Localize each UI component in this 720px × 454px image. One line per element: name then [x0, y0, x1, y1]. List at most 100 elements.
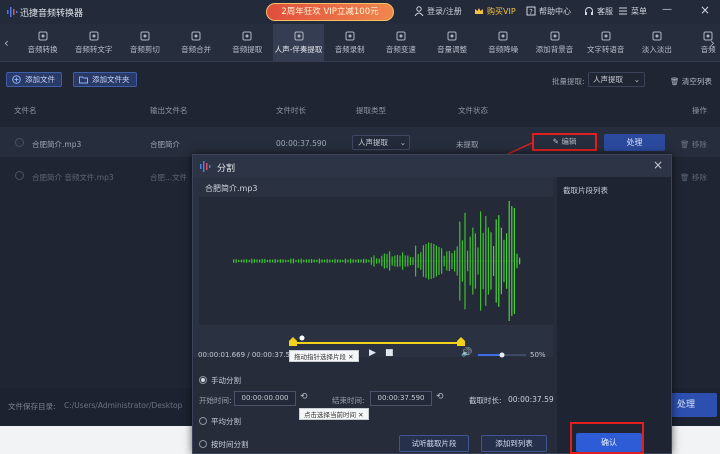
tool-extract[interactable]: 音频提取	[222, 24, 273, 62]
folder-icon	[79, 76, 88, 84]
wave-bar	[240, 259, 242, 263]
close-window-button[interactable]: ×	[700, 3, 710, 17]
reset-start-icon[interactable]: ⟲	[300, 392, 308, 402]
save-dir-path[interactable]: C:/Users/Administrator/Desktop	[64, 401, 182, 410]
tools-left-arrow[interactable]: ‹	[4, 36, 14, 50]
edit-button[interactable]: ✎ 编辑	[532, 133, 597, 151]
row-select-radio[interactable]	[15, 138, 24, 147]
stop-icon[interactable]: ■	[385, 348, 394, 358]
wave-bar	[415, 245, 417, 277]
menu-button[interactable]: 菜单	[618, 6, 647, 17]
wave-bar	[365, 259, 367, 263]
tool-speed[interactable]: 音频变速	[375, 24, 426, 62]
end-time-field[interactable]: 00:00:37.590	[370, 391, 432, 406]
tool-mic[interactable]: 音频录制	[324, 24, 375, 62]
manual-split-radio[interactable]	[199, 376, 207, 384]
extract-icon	[242, 31, 252, 41]
wave-bar	[389, 251, 391, 271]
row-type-value: 人声提取	[358, 138, 388, 147]
remove-button[interactable]: 🗑 移除	[680, 172, 707, 183]
volume-icon[interactable]: 🔊	[461, 348, 472, 358]
add-to-list-button[interactable]: 添加到列表	[481, 435, 547, 452]
dialog-file-name: 合肥简介.mp3	[205, 184, 258, 193]
minimize-button[interactable]: —	[662, 4, 672, 15]
buy-vip-label: 购买VIP	[487, 7, 516, 16]
wave-bar	[313, 259, 315, 263]
wave-bar	[472, 227, 474, 295]
volume-slider[interactable]	[476, 351, 528, 359]
time-split-radio[interactable]	[199, 440, 207, 448]
row-duration: 00:00:37.590	[276, 139, 327, 148]
add-folder-button[interactable]: 添加文件夹	[73, 72, 137, 87]
promo-banner[interactable]: 2周年狂欢 VIP立减100元	[266, 3, 394, 21]
wave-bar	[253, 259, 255, 263]
wave-bar	[454, 250, 456, 272]
tool-convert[interactable]: 音频转换	[17, 24, 68, 62]
tip-close-icon[interactable]: ✕	[358, 411, 363, 419]
row-output[interactable]: 合肥简介	[150, 139, 180, 150]
wave-bar	[287, 259, 289, 263]
row-output[interactable]: 合肥...文件	[150, 172, 187, 183]
close-icon[interactable]: ×	[653, 158, 663, 172]
tool-volume[interactable]: 音量调整	[427, 24, 478, 62]
remove-button[interactable]: 🗑 移除	[680, 139, 707, 150]
wave-bar	[274, 258, 276, 264]
remove-label: 移除	[691, 140, 707, 149]
process-button[interactable]: 处理	[604, 134, 665, 151]
tool-merge[interactable]: 音频合并	[171, 24, 222, 62]
wave-bar	[251, 258, 253, 264]
wave-bar	[459, 221, 461, 301]
service-label: 客服	[597, 7, 613, 16]
start-time-label: 开始时间:	[199, 396, 232, 405]
help-center-link[interactable]: ? 帮助中心	[526, 6, 571, 17]
waveform-area[interactable]	[199, 197, 553, 325]
header-actions: 操作	[692, 106, 707, 115]
wave-bar	[441, 248, 443, 274]
wave-bar	[480, 211, 482, 311]
tool-fade[interactable]: 淡入淡出	[631, 24, 682, 62]
tool-scissors[interactable]: 音频剪切	[119, 24, 170, 62]
user-icon	[414, 6, 424, 16]
dialog-header: 分割 ×	[193, 155, 671, 177]
buy-vip-link[interactable]: 购买VIP	[474, 6, 516, 17]
wave-bar	[337, 259, 339, 263]
tool-label: 音频提取	[232, 45, 263, 54]
row-select-radio[interactable]	[15, 171, 24, 180]
preview-clip-button[interactable]: 试听截取片段	[399, 435, 469, 452]
wave-bar	[316, 259, 318, 263]
help-center-label: 帮助中心	[539, 7, 571, 16]
row-type-select[interactable]: 人声提取 ⌄	[352, 135, 410, 150]
title-bar: 迅捷音频转换器 2周年狂欢 VIP立减100元 登录/注册 购买VIP ? 帮助中…	[0, 0, 720, 24]
login-link[interactable]: 登录/注册	[414, 6, 462, 17]
tools-right-arrow[interactable]: ›	[710, 36, 720, 50]
clear-list-button[interactable]: 🗑 清空列表	[670, 76, 712, 87]
remove-label: 移除	[691, 173, 707, 182]
tool-vocal[interactable]: 人声-伴奏提取	[273, 24, 324, 62]
plus-circle-icon	[12, 75, 21, 84]
wave-bar	[417, 254, 419, 268]
tool-tts[interactable]: 文字转语音	[580, 24, 631, 62]
wave-bar	[331, 259, 333, 263]
add-file-button[interactable]: 添加文件	[6, 72, 62, 87]
edit-label: 编辑	[561, 137, 577, 146]
confirm-button[interactable]: 确认	[576, 433, 642, 452]
wave-bar	[342, 259, 344, 263]
tool-text[interactable]: 音频转文字	[68, 24, 119, 62]
wave-bar	[477, 247, 479, 275]
header-type: 提取类型	[356, 106, 386, 115]
clear-list-label: 清空列表	[681, 77, 712, 86]
start-time-field[interactable]: 00:00:00.000	[234, 391, 296, 406]
even-split-radio[interactable]	[199, 417, 207, 425]
selection-range[interactable]	[199, 331, 553, 347]
tool-bgm[interactable]: 添加背景音	[529, 24, 580, 62]
batch-select[interactable]: 人声提取 ⌄	[588, 72, 645, 87]
wave-bar	[495, 219, 497, 303]
batch-label: 批量提取:	[552, 77, 585, 86]
reset-end-icon[interactable]: ⟲	[436, 392, 444, 402]
wave-bar	[487, 227, 489, 295]
play-icon[interactable]: ▶	[369, 348, 376, 358]
tip-close-icon[interactable]: ✕	[348, 353, 353, 361]
tool-denoise[interactable]: 音频降噪	[478, 24, 529, 62]
service-link[interactable]: 客服	[584, 6, 613, 17]
wave-bar	[412, 257, 414, 265]
